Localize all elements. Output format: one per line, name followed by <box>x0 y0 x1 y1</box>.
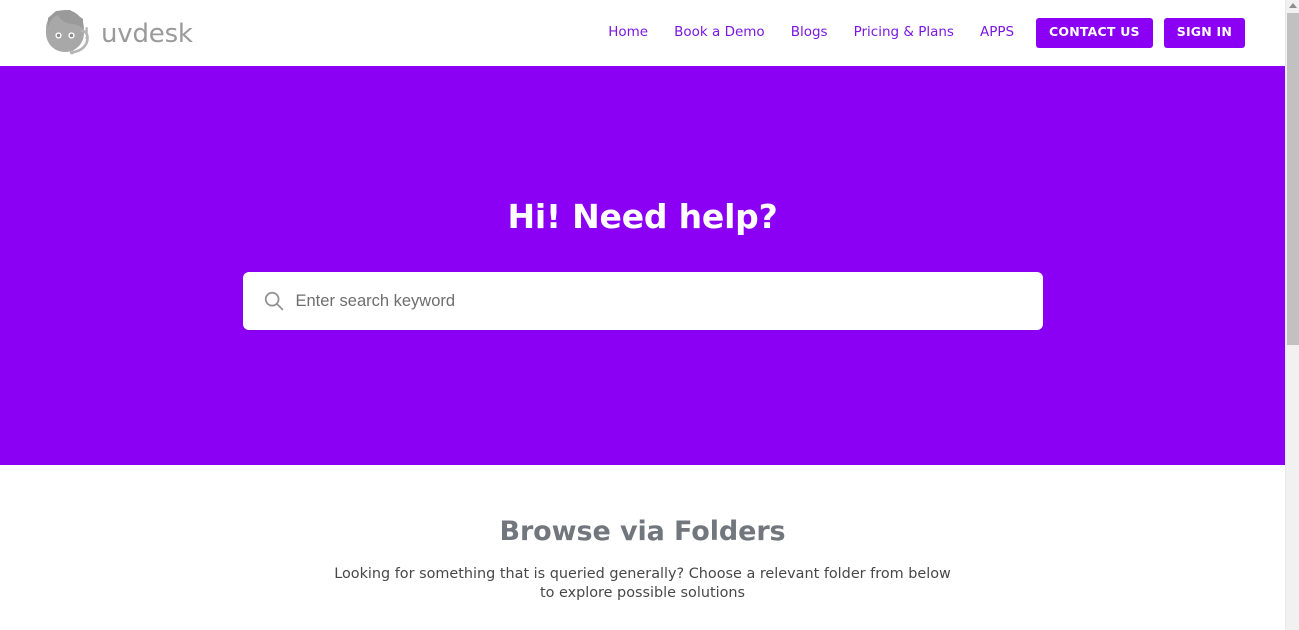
search-icon <box>264 291 283 311</box>
headset-avatar-icon <box>46 10 89 55</box>
search-input[interactable] <box>295 272 1043 330</box>
main-navigation: Home Book a Demo Blogs Pricing & Plans A… <box>595 18 1245 48</box>
nav-item-blogs[interactable]: Blogs <box>778 26 841 40</box>
hero-title: Hi! Need help? <box>507 197 778 236</box>
nav-item-book-a-demo[interactable]: Book a Demo <box>661 26 778 40</box>
browse-folders-title: Browse via Folders <box>499 516 786 547</box>
contact-us-button[interactable]: CONTACT US <box>1036 18 1153 48</box>
site-header: uvdesk Home Book a Demo Blogs Pricing & … <box>0 0 1285 66</box>
nav-item-apps[interactable]: APPS <box>967 26 1027 40</box>
sign-in-button[interactable]: SIGN IN <box>1163 18 1245 48</box>
triangle-up-icon <box>1288 3 1297 8</box>
vertical-scrollbar[interactable] <box>1285 0 1299 630</box>
nav-item-pricing-plans[interactable]: Pricing & Plans <box>841 26 967 40</box>
browser-viewport: uvdesk Home Book a Demo Blogs Pricing & … <box>0 0 1299 630</box>
scroll-up-arrow-icon[interactable] <box>1286 0 1299 11</box>
scrollbar-thumb[interactable] <box>1287 13 1299 345</box>
nav-item-home[interactable]: Home <box>595 26 661 40</box>
brand-name: uvdesk <box>101 19 193 49</box>
browse-folders-section: Browse via Folders Looking for something… <box>0 465 1285 603</box>
hero-section: Hi! Need help? <box>0 66 1285 465</box>
brand-logo-link[interactable]: uvdesk <box>38 7 193 59</box>
page-content: uvdesk Home Book a Demo Blogs Pricing & … <box>0 0 1285 630</box>
search-bar[interactable] <box>242 272 1043 330</box>
browse-folders-subtitle: Looking for something that is queried ge… <box>334 566 951 601</box>
